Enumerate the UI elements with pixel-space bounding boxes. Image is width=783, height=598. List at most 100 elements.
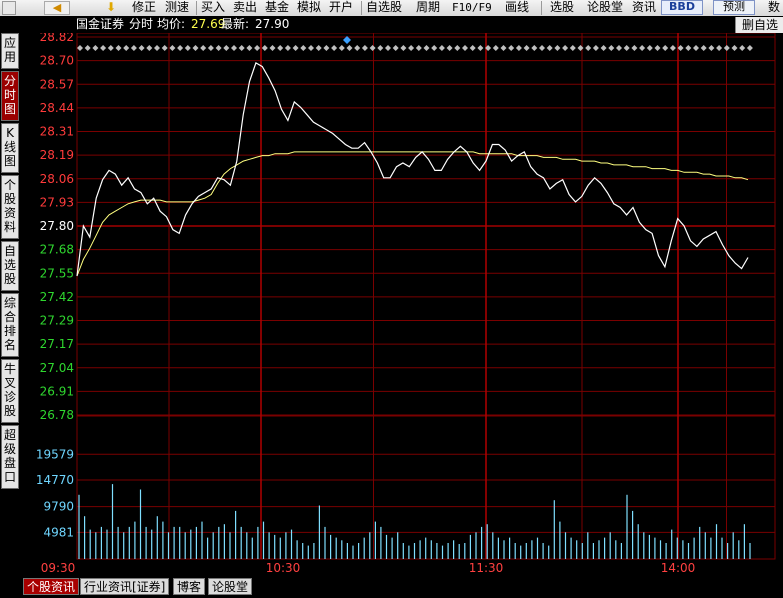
chart-grid <box>76 33 776 560</box>
price-tick-label: 28.70 <box>40 54 74 68</box>
event-marker-icon <box>423 45 430 51</box>
event-marker-icon <box>123 45 130 51</box>
event-marker-icon <box>515 45 522 51</box>
toolbar-correct[interactable]: 修正 <box>132 0 156 16</box>
event-markers <box>77 36 753 51</box>
toolbar-bbd-button[interactable]: BBD <box>661 0 703 15</box>
event-marker-icon <box>200 45 207 51</box>
event-marker-icon <box>261 45 268 51</box>
event-marker-icon <box>408 45 415 51</box>
event-marker-icon <box>469 45 476 51</box>
volume-tick-label: 14770 <box>36 473 74 487</box>
event-marker-icon <box>192 45 199 51</box>
toolbar-period[interactable]: 周期 <box>416 0 440 16</box>
intraday-chart[interactable]: 28.82 28.70 28.57 28.44 28.31 28.19 28.06 27.93… <box>20 33 783 577</box>
toolbar-data[interactable]: 数 <box>768 0 780 16</box>
event-marker-icon <box>338 45 345 51</box>
event-marker-icon <box>592 45 599 51</box>
toolbar-icon-down[interactable]: ⬇ <box>106 0 122 16</box>
toolbar-forecast-button[interactable]: 预测 <box>713 0 755 15</box>
toolbar-separator <box>361 1 362 15</box>
event-marker-icon <box>184 45 191 51</box>
event-marker-icon <box>277 45 284 51</box>
toolbar-f10[interactable]: F10/F9 <box>452 0 492 16</box>
event-marker-icon <box>377 45 384 51</box>
toolbar-watchlist[interactable]: 自选股 <box>366 0 402 16</box>
toolbar-stock-picker[interactable]: 选股 <box>550 0 574 16</box>
price-tick-label: 26.78 <box>40 408 74 422</box>
toolbar-forum[interactable]: 论股堂 <box>587 0 623 16</box>
toolbar-draw-line[interactable]: 画线 <box>505 0 529 16</box>
last-value: 27.90 <box>255 17 290 31</box>
event-marker-icon <box>115 45 122 51</box>
tab-forum[interactable]: 论股堂 <box>208 578 253 595</box>
event-marker-icon <box>631 45 638 51</box>
toolbar-icon-home[interactable]: ◀ <box>44 1 70 15</box>
event-marker-icon <box>169 45 176 51</box>
sidebar-tab-diagnosis[interactable]: 牛叉诊股 <box>1 359 19 423</box>
toolbar-open-account[interactable]: 开户 <box>329 0 353 16</box>
toolbar-fund[interactable]: 基金 <box>265 0 289 16</box>
event-marker-icon <box>654 45 661 51</box>
sidebar-tab-intraday[interactable]: 分时图 <box>1 71 19 121</box>
event-marker-icon <box>231 45 237 51</box>
price-tick-label: 28.06 <box>40 172 74 186</box>
price-tick-label: 27.04 <box>40 361 74 375</box>
event-marker-icon <box>708 45 715 51</box>
event-marker-icon <box>454 45 461 51</box>
event-marker-icon <box>369 45 376 51</box>
toolbar-icon-back[interactable] <box>2 1 16 15</box>
tab-stock-news[interactable]: 个股资讯 <box>23 578 80 595</box>
axis-labels: 28.82 28.70 28.57 28.44 28.31 28.19 28.06 27.93… <box>36 33 695 575</box>
sidebar-tab-apps[interactable]: 应用 <box>1 33 19 69</box>
event-marker-icon <box>223 45 230 51</box>
event-marker-icon <box>323 45 330 51</box>
tab-blog[interactable]: 博客 <box>173 578 206 595</box>
event-marker-icon <box>523 45 530 51</box>
event-marker-icon <box>531 45 538 51</box>
price-tick-label: 26.91 <box>40 384 74 398</box>
sidebar-tab-ranking[interactable]: 综合排名 <box>1 293 19 357</box>
event-marker-icon <box>577 45 584 51</box>
toolbar-sell[interactable]: 卖出 <box>233 0 257 16</box>
volume-tick-label: 4981 <box>43 525 74 539</box>
toolbar-news[interactable]: 资讯 <box>632 0 656 16</box>
event-marker-icon <box>300 45 307 51</box>
price-tick-label: 28.82 <box>40 33 74 44</box>
price-tick-label: 28.31 <box>40 125 74 139</box>
toolbar-speed-test[interactable]: 测速 <box>165 0 189 16</box>
price-tick-label: 27.68 <box>40 243 74 257</box>
event-marker-icon <box>138 45 145 51</box>
event-marker-icon <box>308 45 314 51</box>
remove-watchlist-button[interactable]: 删自选 <box>735 17 783 33</box>
event-marker-icon <box>238 45 245 51</box>
sidebar-tab-order-book[interactable]: 超级盘口 <box>1 425 19 489</box>
tab-industry-news[interactable]: 行业资讯[证券] <box>80 578 170 595</box>
event-marker-icon <box>207 45 214 51</box>
toolbar-simulate[interactable]: 模拟 <box>297 0 321 16</box>
sidebar-tab-stock-info[interactable]: 个股资料 <box>1 175 19 239</box>
view-label: 分时 <box>129 17 154 31</box>
event-marker-icon <box>438 45 445 51</box>
event-marker-icon <box>508 45 515 51</box>
price-tick-label: 27.93 <box>40 195 74 209</box>
event-marker-icon <box>739 45 746 51</box>
event-marker-icon <box>130 45 137 51</box>
toolbar-separator <box>541 1 542 15</box>
event-marker-icon <box>84 45 91 51</box>
event-marker-icon <box>616 45 622 51</box>
event-marker-icon <box>292 45 299 51</box>
price-tick-label: 27.29 <box>40 314 74 328</box>
event-marker-icon <box>254 45 261 51</box>
stock-name: 国金证券 <box>76 17 125 31</box>
event-marker-icon <box>746 45 753 51</box>
sidebar-tab-kline[interactable]: K线图 <box>1 123 19 173</box>
event-marker-icon <box>161 45 168 51</box>
toolbar-buy[interactable]: 买入 <box>201 0 225 16</box>
sidebar-tab-watchlist[interactable]: 自选股 <box>1 241 19 291</box>
time-tick-label: 14:00 <box>661 561 696 575</box>
volume-tick-label: 19579 <box>36 447 74 461</box>
event-marker-icon <box>646 45 653 51</box>
time-tick-label: 10:30 <box>266 561 301 575</box>
event-marker-icon <box>600 45 607 51</box>
